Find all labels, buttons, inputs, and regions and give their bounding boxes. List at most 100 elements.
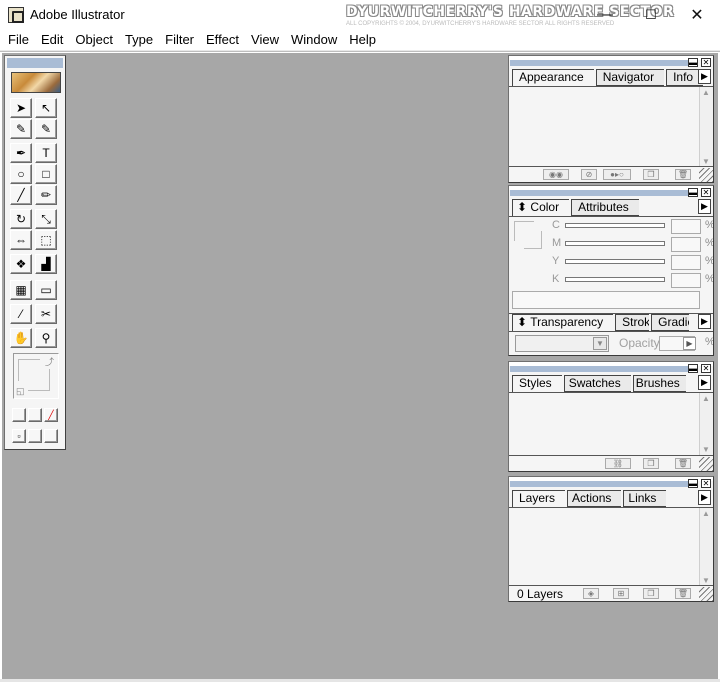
ellipse-tool[interactable]: ○ [10,164,32,184]
free-transform-tool[interactable]: ⬚ [35,230,57,250]
palette-title-bar[interactable] [510,190,690,196]
cyan-value-field[interactable] [671,219,701,234]
type-tool[interactable]: T [35,143,57,163]
menu-file[interactable]: File [2,30,35,50]
gradient-tool[interactable]: ▭ [35,280,57,300]
menu-window[interactable]: Window [285,30,343,50]
none-mode-button[interactable]: ╱ [44,408,58,422]
scroll-down-arrow-icon[interactable]: ▼ [702,576,710,585]
magenta-value-field[interactable] [671,237,701,252]
color-fill-stroke-indicator[interactable] [514,221,544,251]
menu-help[interactable]: Help [343,30,382,50]
palette-minimize-button[interactable]: ▬ [688,479,698,488]
opacity-slider-arrow-icon[interactable]: ▶ [683,337,696,350]
make-clipping-mask-icon[interactable]: ◈ [583,588,599,599]
zoom-tool[interactable]: ⚲ [35,328,57,348]
pen-tool[interactable]: ✒ [10,143,32,163]
scroll-down-arrow-icon[interactable]: ▼ [702,445,710,454]
gradient-mode-button[interactable] [28,408,42,422]
appearance-scrollbar[interactable]: ▲ ▼ [699,87,713,167]
clear-appearance-icon[interactable]: ⊘ [581,169,597,180]
palette-menu-arrow-icon[interactable]: ▶ [698,69,711,84]
direct-selection-tool[interactable]: ↖ [35,98,57,118]
hand-tool[interactable]: ✋ [10,328,32,348]
tab-brushes[interactable]: Brushes [632,375,686,392]
blending-mode-dropdown[interactable]: ▼ [515,335,609,352]
swap-fill-stroke-icon[interactable]: ⤴ [45,355,54,368]
resize-grip-icon[interactable] [699,457,713,471]
palette-minimize-button[interactable]: ▬ [688,188,698,197]
menu-edit[interactable]: Edit [35,30,69,50]
menu-view[interactable]: View [245,30,285,50]
palette-close-button[interactable]: ✕ [701,479,711,488]
illustrator-splash-logo[interactable] [11,72,61,93]
palette-menu-arrow-icon[interactable]: ▶ [698,199,711,214]
direct-lasso-tool[interactable]: ✎ [35,119,57,139]
symbol-sprayer-tool[interactable]: ❖ [10,254,32,274]
selection-tool[interactable]: ➤ [10,98,32,118]
palette-menu-arrow-icon[interactable]: ▶ [698,490,711,505]
scroll-up-arrow-icon[interactable]: ▲ [702,394,710,403]
fill-stroke-swatches[interactable]: ⤴ ◱ [13,353,59,399]
palette-close-button[interactable]: ✕ [701,188,711,197]
color-stroke-box[interactable] [524,231,542,249]
full-screen-mode-button[interactable] [44,429,58,443]
tab-navigator[interactable]: Navigator [595,69,665,86]
tab-transparency[interactable]: ⬍ Transparency [512,314,614,331]
palette-minimize-button[interactable]: ▬ [688,364,698,373]
break-link-to-style-icon[interactable]: ⛓ [605,458,631,469]
delete-style-icon[interactable]: 🗑 [675,458,691,469]
rotate-tool[interactable]: ↻ [10,209,32,229]
rectangle-tool[interactable]: □ [35,164,57,184]
create-new-sublayer-icon[interactable]: ⊞ [613,588,629,599]
minimize-button[interactable]: — [582,0,628,30]
scale-tool[interactable]: ⤡ [35,209,57,229]
palette-menu-arrow-icon[interactable]: ▶ [698,375,711,390]
default-fill-stroke-icon[interactable]: ◱ [16,386,25,397]
palette-minimize-button[interactable]: ▬ [688,58,698,67]
tab-links[interactable]: Links [623,490,667,507]
duplicate-item-icon[interactable]: ❐ [643,169,659,180]
toolbox-title-bar[interactable] [7,58,63,68]
menu-filter[interactable]: Filter [159,30,200,50]
standard-screen-mode-button[interactable]: ▫ [12,429,26,443]
menu-object[interactable]: Object [69,30,119,50]
chevron-down-icon[interactable]: ▼ [593,337,607,350]
pencil-tool[interactable]: ✏ [35,185,57,205]
menu-type[interactable]: Type [119,30,159,50]
tab-stroke[interactable]: Stroke [615,314,650,331]
resize-grip-icon[interactable] [699,168,713,182]
cyan-slider[interactable] [565,223,665,228]
palette-title-bar[interactable] [510,60,690,66]
mesh-tool[interactable]: ▦ [10,280,32,300]
new-art-basic-appearance-icon[interactable]: ◉◉ [543,169,569,180]
stroke-swatch[interactable] [28,369,50,391]
magenta-slider[interactable] [565,241,665,246]
tab-attributes[interactable]: Attributes [571,199,639,216]
palette-menu-arrow-icon[interactable]: ▶ [698,314,711,329]
tab-styles[interactable]: Styles [512,375,562,392]
scissors-tool[interactable]: ✂ [35,304,57,324]
lasso-tool[interactable]: ✎ [10,119,32,139]
eyedropper-tool[interactable]: ⁄ [10,304,32,324]
tab-gradient[interactable]: Gradient [651,314,690,331]
tab-actions[interactable]: Actions [567,490,622,507]
palette-title-bar[interactable] [510,366,690,372]
yellow-slider[interactable] [565,259,665,264]
tab-layers[interactable]: Layers [512,490,566,507]
delete-layer-icon[interactable]: 🗑 [675,588,691,599]
palette-close-button[interactable]: ✕ [701,364,711,373]
scroll-down-arrow-icon[interactable]: ▼ [702,157,710,166]
tab-swatches[interactable]: Swatches [563,375,631,392]
reduce-basic-appearance-icon[interactable]: ●▸○ [603,169,631,180]
tab-color[interactable]: ⬍ Color [512,199,570,216]
resize-grip-icon[interactable] [699,587,713,601]
tab-appearance[interactable]: Appearance [512,69,594,86]
palette-close-button[interactable]: ✕ [701,58,711,67]
black-value-field[interactable] [671,273,701,288]
illustrator-app-icon[interactable] [8,7,24,23]
delete-item-icon[interactable]: 🗑 [675,169,691,180]
graph-tool[interactable]: ▟ [35,254,57,274]
yellow-value-field[interactable] [671,255,701,270]
maximize-button[interactable]: ☐ [628,0,674,30]
